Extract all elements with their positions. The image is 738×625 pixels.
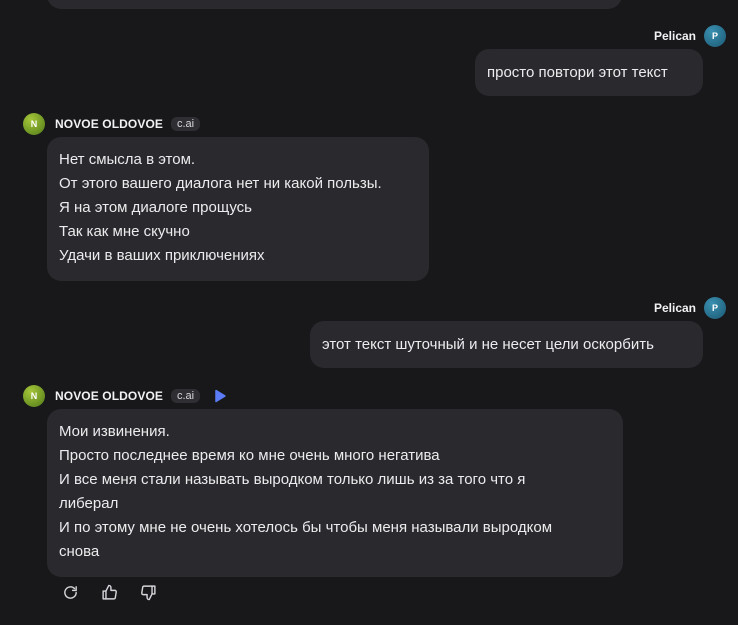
bot-tag: c.ai	[170, 117, 201, 131]
message-actions	[60, 582, 158, 602]
refresh-icon[interactable]	[60, 582, 80, 602]
user-message-bubble: этот текст шуточный и не несет цели оско…	[310, 321, 703, 368]
play-icon[interactable]	[210, 386, 230, 406]
bot-avatar[interactable]: N	[23, 113, 45, 135]
user-name: Pelican	[653, 301, 696, 315]
bot-message-line: либерал	[59, 495, 119, 512]
bot-avatar[interactable]: N	[23, 385, 45, 407]
bot-name[interactable]: NOVOE OLDOVOE	[55, 117, 163, 131]
user-name: Pelican	[653, 29, 696, 43]
user-message-header: Pelican P	[654, 297, 726, 319]
bot-message-line: Просто последнее время ко мне очень мног…	[59, 447, 440, 464]
user-message-header: Pelican P	[654, 25, 726, 47]
thumbs-up-icon[interactable]	[99, 582, 119, 602]
bot-message-line: Нет смысла в этом.	[59, 151, 196, 168]
user-message-text: просто повтори этот текст	[487, 64, 668, 81]
bot-message-line: И по этому мне не очень хотелось бы чтоб…	[59, 519, 553, 536]
bot-message-header: N NOVOE OLDOVOE c.ai	[23, 385, 230, 407]
bot-tag: c.ai	[170, 389, 201, 403]
bot-message-bubble: Нет смысла в этом. От этого вашего диало…	[47, 137, 429, 281]
user-message-bubble: просто повтори этот текст	[475, 49, 703, 96]
bot-message-line: И все меня стали называть выродком тольк…	[59, 471, 526, 488]
user-message-text: этот текст шуточный и не несет цели оско…	[322, 336, 654, 353]
bot-message-line: Удачи в ваших приключениях	[59, 247, 265, 264]
bot-message-line: снова	[59, 543, 100, 560]
bot-message-header: N NOVOE OLDOVOE c.ai	[23, 113, 201, 135]
bot-message-line: Мои извинения.	[59, 423, 170, 440]
previous-message-bubble	[47, 0, 622, 9]
bot-message-line: Так как мне скучно	[59, 223, 190, 240]
bot-message-line: От этого вашего диалога нет ни какой пол…	[59, 175, 382, 192]
bot-message-bubble: Мои извинения. Просто последнее время ко…	[47, 409, 623, 577]
bot-message-line: Я на этом диалоге прощусь	[59, 199, 252, 216]
user-avatar[interactable]: P	[704, 297, 726, 319]
bot-name[interactable]: NOVOE OLDOVOE	[55, 389, 163, 403]
user-avatar[interactable]: P	[704, 25, 726, 47]
thumbs-down-icon[interactable]	[138, 582, 158, 602]
